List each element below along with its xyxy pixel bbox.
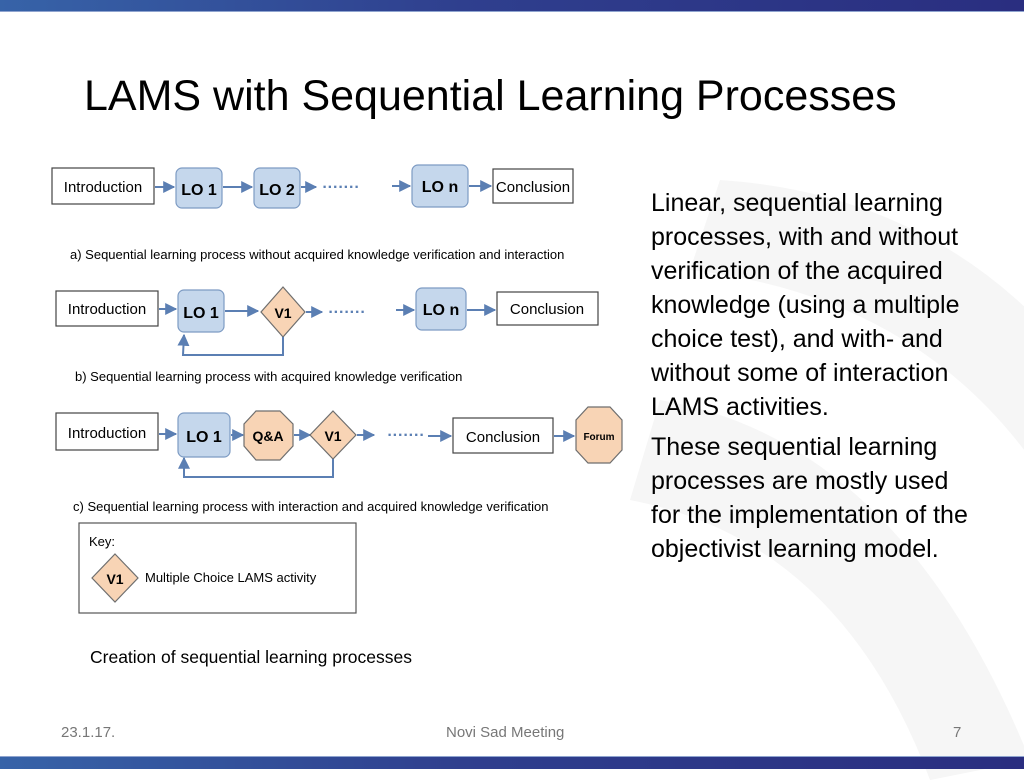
- svg-text:Introduction: Introduction: [64, 179, 142, 196]
- sequential-process-diagram: Introduction LO 1 LO 2 ······· LO n Conc…: [51, 164, 623, 614]
- node-conclusion: Conclusion: [496, 291, 599, 326]
- process-a-caption: a) Sequential learning process without a…: [70, 247, 564, 262]
- feedback-loop-arrow: [178, 456, 334, 478]
- node-introduction: Introduction: [55, 290, 159, 327]
- node-forum: Forum: [575, 406, 623, 464]
- ellipsis: ·······: [322, 179, 359, 196]
- node-lo-n: LO n: [415, 287, 467, 331]
- svg-text:LO 1: LO 1: [183, 305, 219, 322]
- svg-text:LO 1: LO 1: [181, 182, 217, 199]
- svg-text:Q&A: Q&A: [252, 428, 283, 444]
- node-conclusion: Conclusion: [452, 417, 554, 454]
- ellipsis: ·······: [328, 304, 365, 321]
- node-conclusion: Conclusion: [492, 168, 574, 204]
- key-description: Multiple Choice LAMS activity: [145, 570, 317, 585]
- svg-text:LO 2: LO 2: [259, 182, 295, 199]
- svg-text:LO n: LO n: [422, 179, 458, 196]
- key-title: Key:: [89, 534, 115, 549]
- process-c: Introduction LO 1 Q&A V1 ······· Conclus…: [55, 406, 623, 514]
- node-qa: Q&A: [243, 410, 294, 461]
- diagram-key: Key: V1 Multiple Choice LAMS activity: [78, 522, 357, 614]
- node-lo-n: LO n: [411, 164, 469, 208]
- svg-text:V1: V1: [106, 571, 123, 587]
- node-lo-1: LO 1: [175, 167, 223, 209]
- ellipsis: ·······: [387, 427, 424, 444]
- svg-text:Conclusion: Conclusion: [510, 301, 584, 318]
- node-introduction: Introduction: [51, 167, 155, 205]
- svg-text:LO 1: LO 1: [186, 429, 222, 446]
- svg-text:V1: V1: [274, 305, 291, 321]
- footer-date: 23.1.17.: [61, 724, 116, 741]
- body-paragraph: Linear, sequential learning processes, w…: [651, 189, 960, 421]
- process-b-caption: b) Sequential learning process with acqu…: [75, 369, 462, 384]
- node-v1: V1: [260, 286, 306, 338]
- node-introduction: Introduction: [55, 412, 159, 451]
- node-v1: V1: [309, 410, 357, 460]
- body-text: Linear, sequential learning processes, w…: [651, 186, 981, 572]
- svg-text:Forum: Forum: [583, 432, 614, 443]
- footer-event: Novi Sad Meeting: [446, 724, 565, 741]
- svg-text:Introduction: Introduction: [68, 425, 146, 442]
- bottom-banner: [0, 756, 1024, 769]
- page-number: 7: [953, 724, 962, 741]
- figure-caption: Creation of sequential learning processe…: [90, 647, 412, 667]
- svg-text:V1: V1: [324, 428, 341, 444]
- svg-text:LO n: LO n: [423, 302, 459, 319]
- process-c-caption: c) Sequential learning process with inte…: [73, 499, 549, 514]
- node-lo-1: LO 1: [177, 289, 225, 333]
- node-lo-2: LO 2: [253, 167, 301, 209]
- process-b: Introduction LO 1 V1 ······· LO n Conclu…: [55, 286, 599, 384]
- svg-text:Conclusion: Conclusion: [466, 429, 540, 446]
- svg-text:Introduction: Introduction: [68, 301, 146, 318]
- node-lo-1: LO 1: [177, 412, 231, 458]
- feedback-loop-arrow: [177, 333, 284, 356]
- process-a: Introduction LO 1 LO 2 ······· LO n Conc…: [51, 164, 574, 262]
- body-paragraph: These sequential learning processes are …: [651, 433, 968, 563]
- svg-text:Conclusion: Conclusion: [496, 179, 570, 196]
